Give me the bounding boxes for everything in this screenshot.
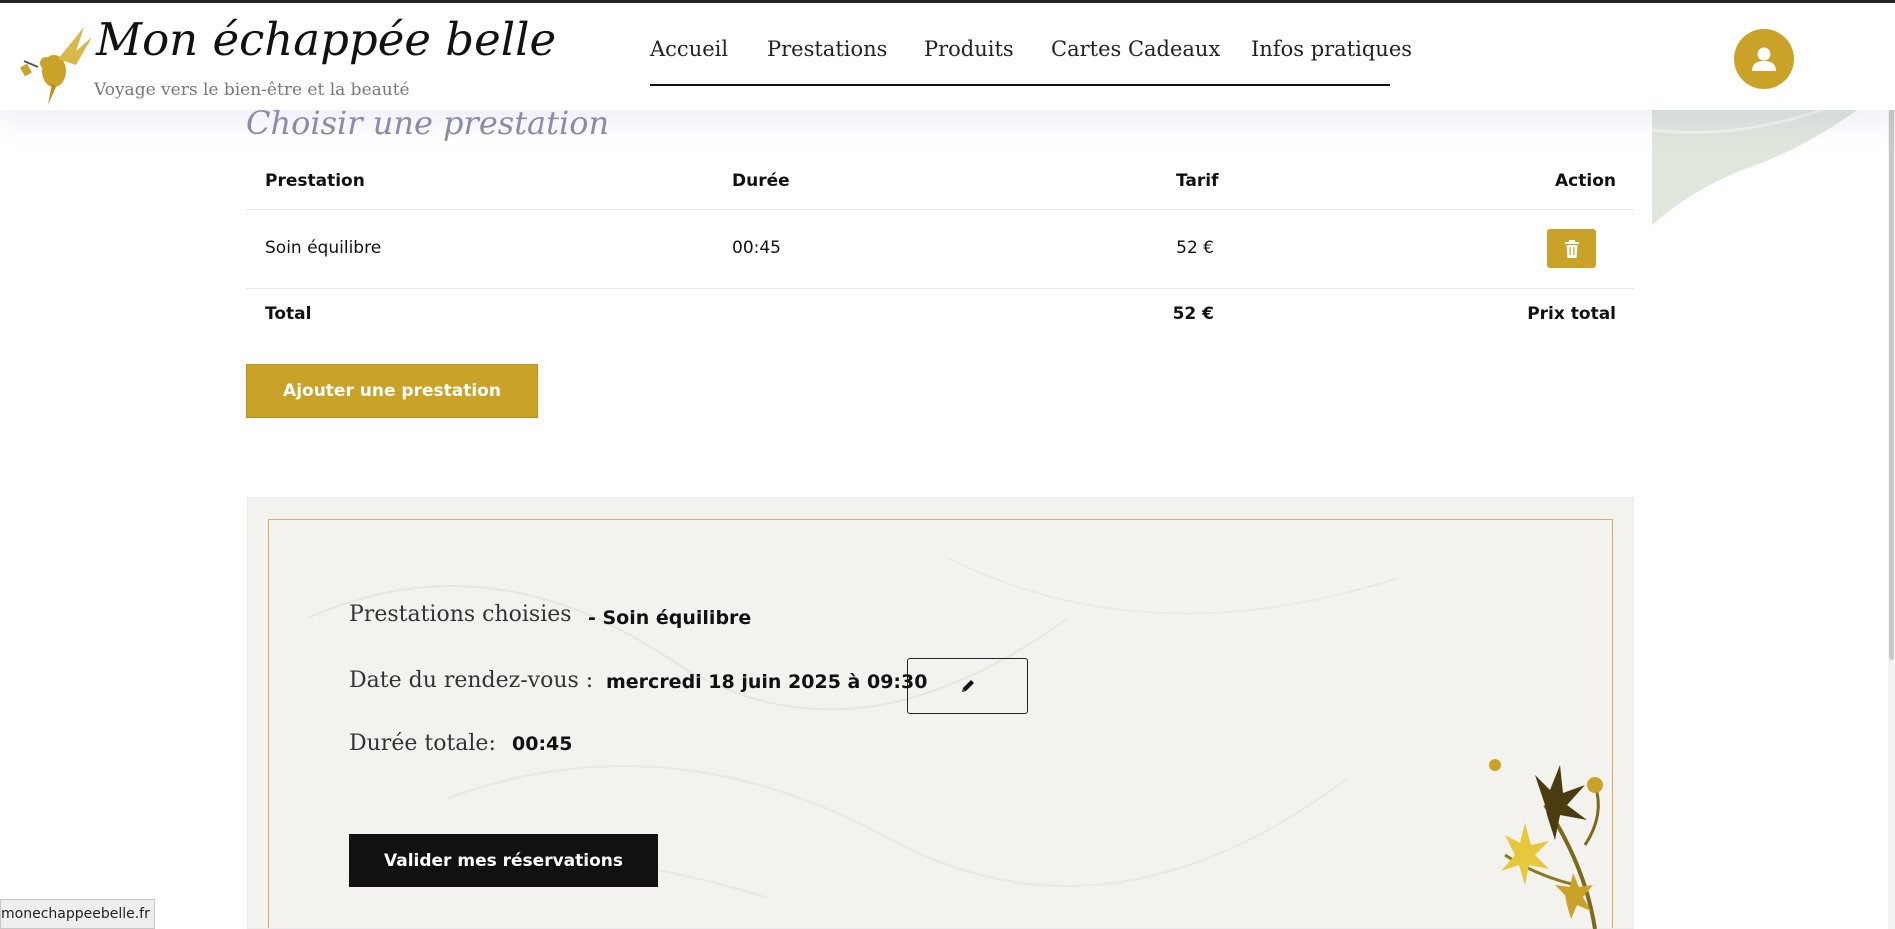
nav-item-infos-pratiques[interactable]: Infos pratiques [1251,37,1412,61]
total-price: 52 € [1172,304,1214,324]
table-header-row: Prestation Durée Tarif Action [246,160,1634,210]
nav-item-prestations[interactable]: Prestations [767,37,887,61]
total-label: Total [265,304,312,324]
validate-reservations-button[interactable]: Valider mes réservations [349,834,658,887]
services-table: Prestation Durée Tarif Action Soin équil… [246,160,1634,345]
status-bar-url: monechappeebelle.fr [0,899,155,929]
total-duration-value: 00:45 [512,733,573,755]
appointment-date-label: Date du rendez-vous : [349,668,594,693]
nav-underline [650,84,1390,86]
pencil-icon [961,680,974,692]
leaf-decoration [1652,110,1857,225]
header-action: Action [1555,171,1616,191]
gold-flower-decoration [1489,759,1603,929]
row-price: 52 € [1176,238,1214,258]
table-total-row: Total 52 € Prix total [246,289,1634,345]
total-duration-label: Durée totale: [349,731,496,756]
chosen-services-label: Prestations choisies [349,602,572,627]
add-service-button[interactable]: Ajouter une prestation [246,364,538,418]
user-account-button[interactable] [1734,29,1794,89]
table-row: Soin équilibre 00:45 52 € [246,210,1634,289]
brand-title[interactable]: Mon échappée belle [96,13,556,66]
nav-item-cartes-cadeaux[interactable]: Cartes Cadeaux [1051,37,1220,61]
header-duree: Durée [732,171,790,191]
nav-item-accueil[interactable]: Accueil [650,37,728,61]
total-action-label: Prix total [1527,304,1616,324]
header-prestation: Prestation [265,171,365,191]
appointment-date-value: mercredi 18 juin 2025 à 09:30 [606,671,928,693]
hummingbird-logo-icon[interactable] [14,21,94,105]
row-duration: 00:45 [732,238,781,258]
header-tarif: Tarif [1176,171,1219,191]
nav-item-produits[interactable]: Produits [924,37,1014,61]
edit-date-button[interactable] [907,658,1028,714]
site-header: Mon échappée belle Voyage vers le bien-ê… [0,0,1895,110]
delete-service-button[interactable] [1547,229,1596,268]
user-icon [1752,47,1776,71]
brand-tagline: Voyage vers le bien-être et la beauté [94,80,410,100]
row-service: Soin équilibre [265,238,382,258]
scrollbar-thumb[interactable] [1889,80,1894,660]
chosen-services-value: - Soin équilibre [588,607,752,629]
trash-icon [1564,239,1579,258]
